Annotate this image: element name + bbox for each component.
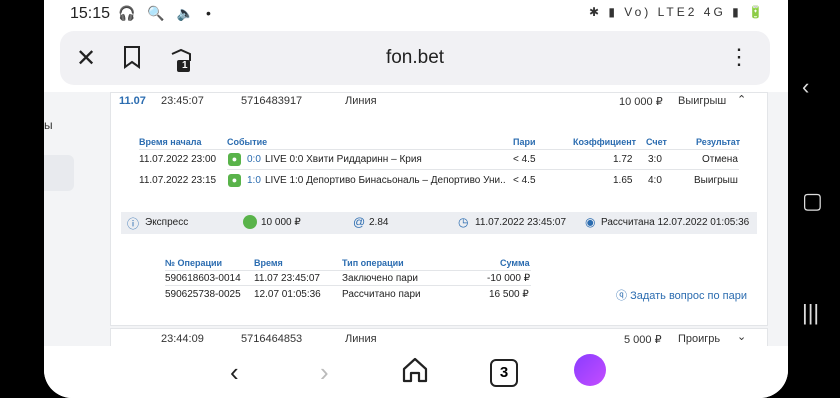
- col-op-type: Тип операции: [342, 258, 404, 268]
- col-start: Время начала: [139, 137, 202, 147]
- event-bet: < 4.5: [513, 154, 536, 165]
- event-name[interactable]: LIVE 1:0 Депортиво Бинасьональ – Депорти…: [265, 175, 505, 186]
- col-coef: Коэффициент: [573, 137, 637, 147]
- bet-summary-bar: ⓘ Экспресс 10 000 ₽ @ 2.84 ◷ 11.07.2022 …: [121, 212, 757, 234]
- settled-icon: ◉: [585, 215, 596, 229]
- alice-assistant-icon[interactable]: [574, 354, 606, 386]
- football-icon: ●: [228, 174, 241, 187]
- summary-settled: Рассчитана 12.07.2022 01:05:36: [601, 217, 750, 228]
- op-type: Рассчитано пари: [342, 289, 421, 300]
- col-result: Результат: [696, 137, 741, 147]
- notification-icons: 🎧 🔍 🔈 •: [118, 5, 215, 21]
- summary-kind: Экспресс: [145, 217, 189, 228]
- op-sum: -10 000 ₽: [487, 273, 531, 284]
- system-home-icon[interactable]: ▢: [802, 188, 823, 214]
- event-start: 11.07.2022 23:00: [139, 154, 217, 165]
- clock: 15:15: [70, 5, 111, 22]
- live-score: 0:0: [247, 154, 261, 165]
- browser-url-bar[interactable]: ✕ 1 fon.bet ⋮: [60, 31, 770, 85]
- event-coef: 1.72: [613, 154, 633, 165]
- op-num: 590625738-0025: [165, 289, 241, 300]
- event-result: Отмена: [702, 154, 738, 165]
- op-time: 11.07 23:45:07: [254, 273, 320, 284]
- bet-summary-row[interactable]: 11.07 23:45:07 5716483917 Линия 10 000 ₽…: [111, 93, 767, 111]
- system-nav-bar: ‹ ▢ |||: [788, 0, 840, 398]
- op-num: 590618603-0014: [165, 273, 241, 284]
- bet-time: 23:45:07: [161, 95, 204, 107]
- bet-card-collapsed[interactable]: 23:44:09 5716464853 Линия 5 000 ₽ Проигр…: [110, 328, 768, 346]
- chevron-up-icon[interactable]: ⌃: [737, 93, 746, 106]
- status-bar: 15:15 🎧 🔍 🔈 • ✱ ▮ Vo) LTE2 4G ▮ 🔋: [44, 0, 788, 28]
- event-start: 11.07.2022 23:15: [139, 175, 217, 186]
- divider: [227, 169, 739, 170]
- event-name[interactable]: LIVE 0:0 Хвити Риддаринн – Крия: [265, 154, 422, 165]
- clock-icon: ◷: [458, 215, 469, 229]
- system-status-icons: ✱ ▮ Vo) LTE2 4G ▮ 🔋: [588, 5, 766, 19]
- bet-type: Линия: [345, 95, 377, 107]
- browser-nav-bar: ‹ › 3: [44, 346, 788, 398]
- bet-result: Выигрыш: [678, 95, 727, 107]
- op-time: 12.07 01:05:36: [254, 289, 321, 300]
- col-event: Событие: [227, 137, 268, 147]
- question-icon: ⓠ: [616, 290, 631, 302]
- divider: [165, 285, 531, 286]
- tabs-count-button[interactable]: 3: [490, 359, 518, 387]
- event-bet: < 4.5: [513, 175, 536, 186]
- info-icon[interactable]: ⓘ: [127, 215, 139, 232]
- forward-icon[interactable]: ›: [320, 357, 329, 388]
- event-score: 4:0: [648, 175, 662, 186]
- bet-id: 5716483917: [241, 95, 303, 107]
- summary-coef: 2.84: [369, 217, 389, 228]
- op-sum: 16 500 ₽: [489, 289, 529, 300]
- summary-placed: 11.07.2022 23:45:07: [475, 217, 567, 228]
- back-icon[interactable]: ‹: [230, 357, 239, 388]
- home-icon[interactable]: [400, 355, 430, 392]
- system-back-icon[interactable]: ‹: [802, 74, 809, 100]
- football-icon: ●: [228, 153, 241, 166]
- col-score: Счет: [646, 137, 667, 147]
- bet2-time: 23:44:09: [161, 333, 204, 345]
- chevron-down-icon[interactable]: ⌄: [737, 330, 746, 343]
- sidebar-partial-label[interactable]: ы: [44, 118, 53, 132]
- op-type: Заключено пари: [342, 273, 418, 284]
- page-content: ы 11.07 23:45:07 5716483917 Линия 10 000…: [44, 92, 788, 346]
- col-op-num: № Операции: [165, 258, 223, 268]
- sidebar-selected-item[interactable]: [44, 155, 74, 191]
- coins-icon: [243, 215, 257, 229]
- system-recents-icon[interactable]: |||: [802, 300, 819, 326]
- url-text[interactable]: fon.bet: [60, 47, 770, 69]
- more-menu-icon[interactable]: ⋮: [728, 44, 750, 70]
- summary-stake: 10 000 ₽: [261, 217, 301, 228]
- live-score: 1:0: [247, 175, 261, 186]
- bet-card: 11.07 23:45:07 5716483917 Линия 10 000 ₽…: [110, 92, 768, 326]
- ask-question-label: Задать вопрос по пари: [630, 290, 747, 302]
- event-result: Выигрыш: [694, 175, 738, 186]
- at-icon: @: [353, 215, 366, 229]
- col-op-time: Время: [254, 258, 283, 268]
- col-op-sum: Сумма: [500, 258, 530, 268]
- bet2-amount: 5 000 ₽: [624, 334, 662, 346]
- divider: [139, 149, 739, 150]
- bet-amount: 10 000 ₽: [619, 96, 663, 108]
- bet2-result: Проигрь: [678, 333, 721, 345]
- event-coef: 1.65: [613, 175, 633, 186]
- divider: [165, 270, 531, 271]
- phone-screen: 15:15 🎧 🔍 🔈 • ✱ ▮ Vo) LTE2 4G ▮ 🔋 ✕ 1 fo…: [44, 0, 788, 398]
- bet2-id: 5716464853: [241, 333, 303, 345]
- bet-date: 11.07: [119, 95, 146, 107]
- ask-question-link[interactable]: ⓠ Задать вопрос по пари: [616, 287, 747, 303]
- event-score: 3:0: [648, 154, 662, 165]
- col-bet: Пари: [513, 137, 536, 147]
- bet2-type: Линия: [345, 333, 377, 345]
